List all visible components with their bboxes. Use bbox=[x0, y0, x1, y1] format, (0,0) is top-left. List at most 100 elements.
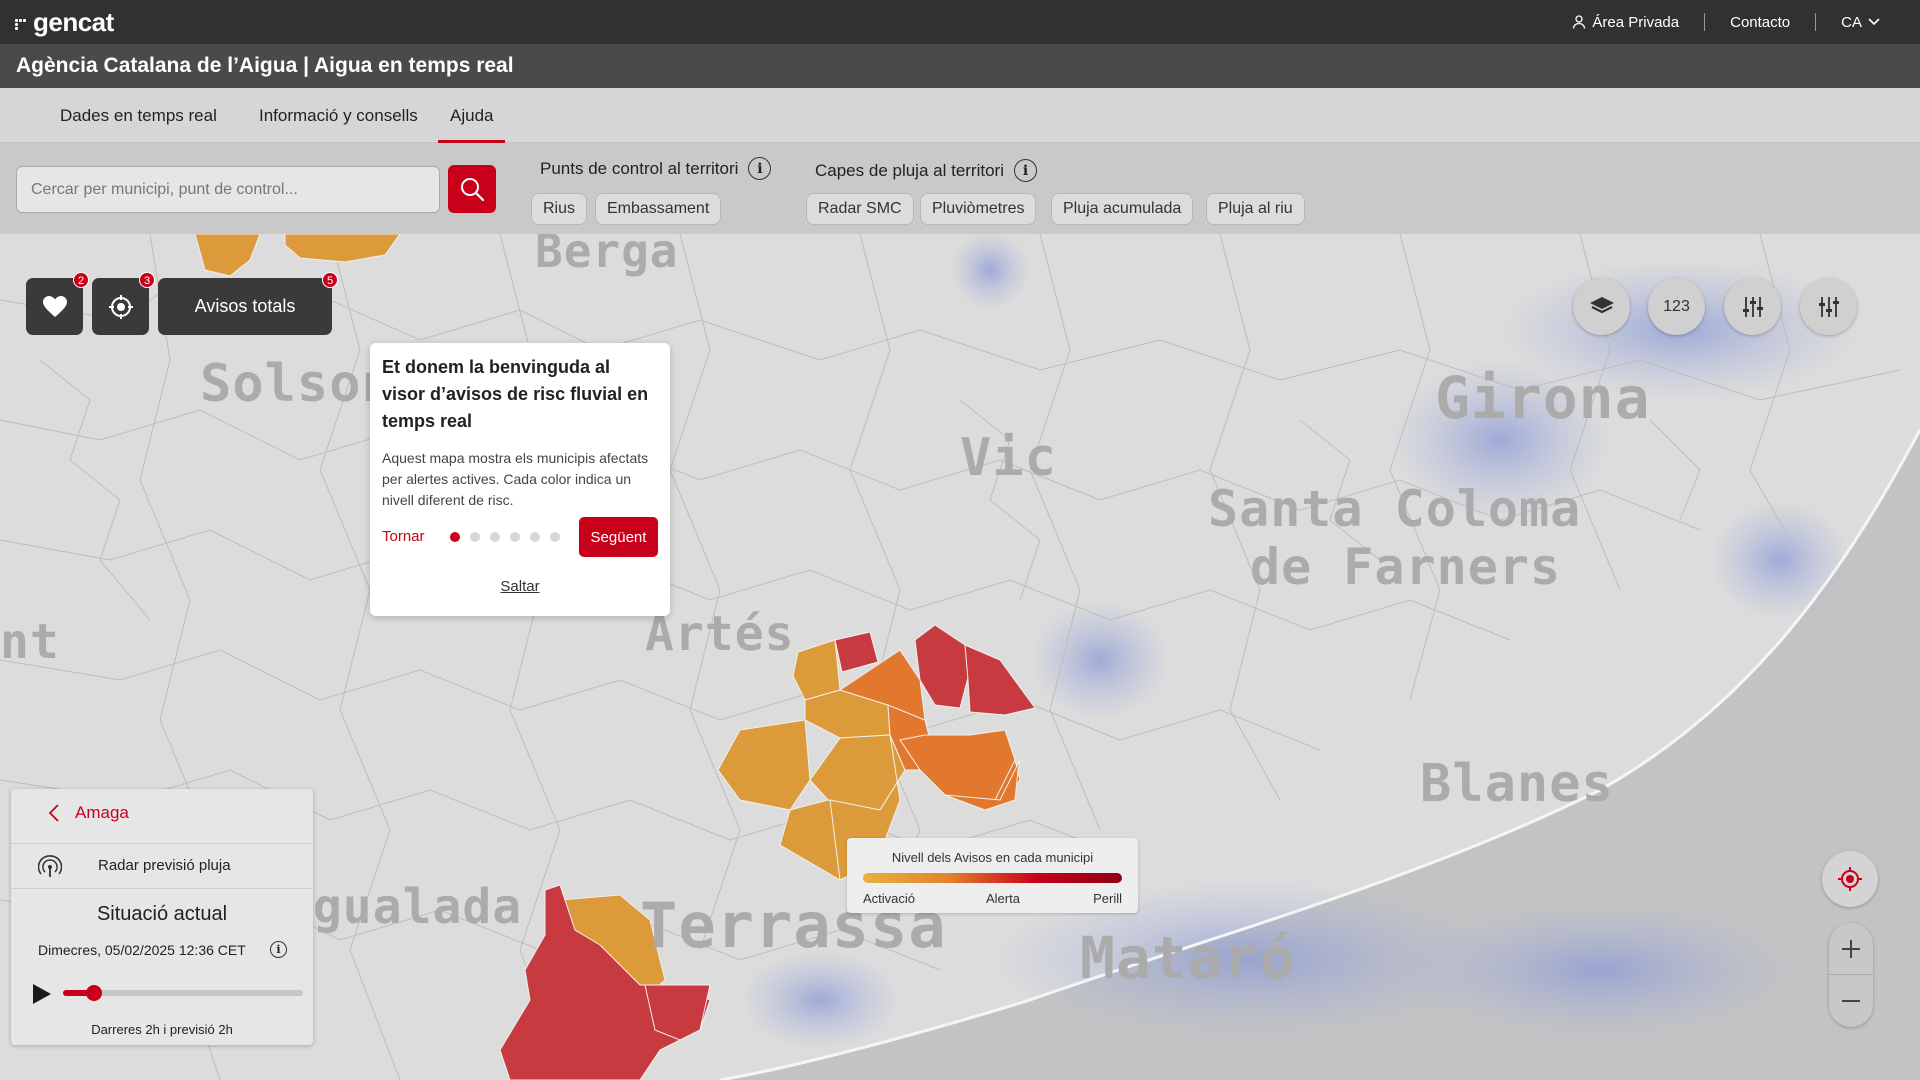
chip-pluja-al-riu[interactable]: Pluja al riu bbox=[1206, 193, 1305, 225]
info-icon[interactable]: i bbox=[1013, 159, 1037, 182]
rain-patch bbox=[740, 950, 900, 1050]
layers-icon bbox=[1589, 296, 1614, 313]
radar-forecast-label: Radar previsió pluja bbox=[98, 857, 231, 874]
play-button[interactable] bbox=[31, 982, 53, 1006]
favorites-button[interactable]: 2 bbox=[26, 272, 89, 335]
step-dot[interactable] bbox=[530, 532, 540, 542]
rain-patch bbox=[950, 234, 1030, 310]
warning-level-legend: Nivell dels Avisos en cada municipi Acti… bbox=[847, 838, 1138, 913]
private-area-label: Área Privada bbox=[1592, 13, 1680, 31]
radar-icon bbox=[38, 855, 62, 877]
timeline-handle[interactable] bbox=[86, 985, 103, 1001]
control-points-label: Punts de control al territori bbox=[540, 158, 739, 178]
favorites-count-badge: 2 bbox=[73, 272, 89, 288]
private-area-link[interactable]: Área Privada bbox=[1547, 13, 1704, 31]
city-label-igualada: Igualada bbox=[283, 879, 523, 935]
zoom-in-button[interactable] bbox=[1829, 923, 1873, 975]
step-dot[interactable] bbox=[550, 532, 560, 542]
legend-title: Nivell dels Avisos en cada municipi bbox=[891, 850, 1094, 865]
locations-count-badge: 3 bbox=[139, 272, 155, 288]
tab-dades-temps-real[interactable]: Dades en temps real bbox=[60, 88, 217, 143]
chip-rius[interactable]: Rius bbox=[531, 193, 588, 225]
step-dot[interactable] bbox=[510, 532, 520, 542]
app-title-bar: Agència Catalana de l’Aigua | Aigua en t… bbox=[0, 44, 1920, 88]
info-icon[interactable]: i bbox=[270, 941, 287, 958]
city-label-vic: Vic bbox=[960, 428, 1057, 488]
welcome-dialog: Et donem la benvinguda al visor d’avisos… bbox=[370, 343, 670, 616]
welcome-body: Aquest mapa mostra els municipis afectat… bbox=[382, 450, 649, 508]
step-dot[interactable] bbox=[490, 532, 500, 542]
gencat-logo[interactable]: gencat bbox=[15, 7, 114, 38]
contact-link[interactable]: Contacto bbox=[1704, 13, 1815, 31]
legend-label-alerta: Alerta bbox=[986, 891, 1020, 906]
numbers-toggle-button[interactable]: 123 bbox=[1648, 278, 1705, 335]
filter-settings-button[interactable] bbox=[1724, 278, 1781, 335]
info-icon[interactable]: i bbox=[748, 157, 772, 180]
radar-forecast-row[interactable]: Radar previsió pluja bbox=[11, 843, 313, 889]
warning-activacio bbox=[717, 719, 811, 811]
welcome-navigation: Tornar Següent bbox=[382, 517, 658, 557]
back-button[interactable]: Tornar bbox=[382, 528, 425, 545]
search-input[interactable] bbox=[16, 166, 440, 213]
warning-perill bbox=[914, 624, 971, 709]
rain-patch bbox=[1710, 500, 1850, 620]
next-button[interactable]: Següent bbox=[579, 517, 658, 557]
rain-patch bbox=[1400, 900, 1800, 1040]
main-tabs: Dades en temps real Informació y consell… bbox=[0, 88, 1920, 143]
city-label-mataro: Mataró bbox=[1080, 924, 1296, 992]
layers-button[interactable] bbox=[1573, 278, 1630, 335]
top-links: Área Privada Contacto CA bbox=[1547, 0, 1880, 44]
chip-radar-smc[interactable]: Radar SMC bbox=[806, 193, 914, 225]
logo-text: gencat bbox=[33, 7, 114, 37]
hide-panel-button[interactable]: Amaga bbox=[49, 803, 129, 823]
rain-layers-title: Capes de pluja al territori i bbox=[815, 159, 1037, 182]
step-dot[interactable] bbox=[470, 532, 480, 542]
search-button[interactable] bbox=[448, 165, 496, 213]
search-icon bbox=[461, 178, 485, 202]
chevron-down-icon bbox=[1868, 18, 1880, 26]
chip-pluviometres[interactable]: Pluviòmetres bbox=[920, 193, 1037, 225]
timeline-slider[interactable] bbox=[63, 985, 303, 1001]
city-label-blanes: Blanes bbox=[1420, 754, 1614, 814]
city-label-partial: nt bbox=[0, 614, 60, 670]
warning-activacio bbox=[792, 639, 841, 701]
user-icon bbox=[1573, 15, 1586, 29]
radar-panel: Amaga Radar previsió pluja Situació actu… bbox=[11, 789, 313, 1045]
step-dot[interactable] bbox=[450, 532, 460, 542]
locations-button[interactable]: 3 bbox=[92, 272, 155, 335]
status-title: Situació actual bbox=[96, 903, 228, 925]
warning-perill bbox=[834, 631, 879, 673]
chip-embassament[interactable]: Embassament bbox=[595, 193, 722, 225]
warning-perill bbox=[964, 644, 1036, 716]
contact-label: Contacto bbox=[1730, 13, 1791, 31]
zoom-control bbox=[1829, 923, 1873, 1027]
locate-me-button[interactable] bbox=[1822, 851, 1878, 907]
welcome-title: Et donem la benvinguda al visor d’avisos… bbox=[382, 357, 649, 431]
warning-activacio bbox=[194, 234, 261, 277]
page-title: Agència Catalana de l’Aigua | Aigua en t… bbox=[16, 54, 514, 77]
city-label-santa-coloma: Santa Coloma bbox=[1208, 480, 1582, 538]
tab-ajuda[interactable]: Ajuda bbox=[438, 88, 506, 143]
numbers-toggle-label: 123 bbox=[1663, 297, 1690, 315]
plus-icon bbox=[1842, 939, 1860, 958]
top-bar: gencat Área Privada Contacto CA bbox=[0, 0, 1920, 44]
avisos-count-badge: 5 bbox=[322, 272, 338, 288]
language-label: CA bbox=[1841, 13, 1862, 31]
city-label-berga: Berga bbox=[535, 234, 679, 278]
avisos-totals-button[interactable]: Avisos totals 5 bbox=[158, 272, 338, 335]
city-label-de-farners: de Farners bbox=[1250, 538, 1562, 596]
filter-band: Punts de control al territori i Rius Emb… bbox=[0, 143, 1920, 234]
language-selector[interactable]: CA bbox=[1815, 13, 1880, 31]
chip-pluja-acumulada[interactable]: Pluja acumulada bbox=[1051, 193, 1194, 225]
status-datetime: Dimecres, 05/02/2025 12:36 CET bbox=[38, 942, 246, 958]
tab-informacio-consells[interactable]: Informació y consells bbox=[259, 88, 418, 143]
hide-panel-label: Amaga bbox=[75, 803, 129, 822]
chevron-left-icon bbox=[49, 804, 59, 822]
zoom-out-button[interactable] bbox=[1829, 975, 1873, 1027]
skip-link[interactable]: Saltar bbox=[370, 578, 670, 595]
control-points-title: Punts de control al territori i bbox=[540, 157, 772, 180]
avisos-totals-label: Avisos totals bbox=[194, 296, 296, 316]
crosshair-icon bbox=[1838, 867, 1862, 891]
city-label-girona: Girona bbox=[1435, 364, 1651, 432]
advanced-settings-button[interactable] bbox=[1800, 278, 1857, 335]
